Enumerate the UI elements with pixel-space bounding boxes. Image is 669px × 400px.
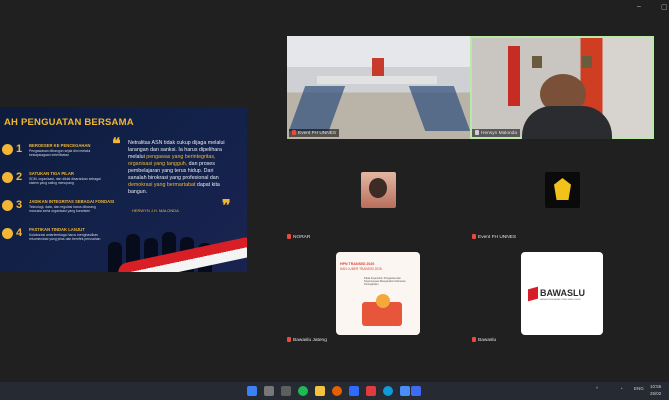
handshake-icon (2, 228, 13, 239)
participant-name: Bawaslu Jateng (287, 337, 327, 343)
title-bar: – ▢ (0, 0, 669, 14)
step-text: SDM, organisasi, dan diklat disarankan s… (29, 177, 101, 186)
step-heading: BEROESER KE PENCEGAHAN (29, 143, 91, 148)
clock-date[interactable]: 25/02 (650, 391, 661, 396)
wifi-icon[interactable]: ◔ (620, 386, 623, 391)
step-number: 3 (16, 199, 23, 211)
slide-title: AH PENGUATAN BERSAMA (4, 117, 134, 128)
muted-mic-icon (472, 234, 476, 239)
minimize-button[interactable]: – (637, 3, 641, 10)
spotify-icon[interactable] (298, 386, 308, 396)
participant-avatar (545, 172, 580, 208)
shield-icon (2, 200, 13, 211)
meeting-window: – ▢ AH PENGUATAN BERSAMA 1 BEROESER KE P… (0, 0, 669, 382)
muted-mic-icon (292, 130, 296, 136)
edge-icon[interactable] (383, 386, 393, 396)
quote-author: HERWYN J.H. MALONDA (132, 208, 179, 213)
taskbar: ^ ◔ ENG 10:55 25/02 (0, 382, 669, 400)
folder-icon[interactable] (315, 386, 325, 396)
zoom-icon[interactable] (411, 386, 421, 396)
muted-mic-icon (287, 337, 291, 342)
task-view-icon[interactable] (281, 386, 291, 396)
participant-name: Event FH UNNES (472, 234, 516, 240)
step-text: Kolaborasi antarlembaga harus menghasilk… (29, 233, 101, 242)
mic-icon (475, 130, 479, 136)
store-icon[interactable] (349, 386, 359, 396)
firefox-icon[interactable] (332, 386, 342, 396)
participant-name: Herwyn Malonda (472, 129, 520, 137)
maximize-button[interactable]: ▢ (661, 3, 668, 11)
participant-avatar: HPN TRANSISI 2026 DAN LUBER TRANSISI 202… (336, 252, 420, 335)
slide-quote: Netralitas ASN tidak cukup dijaga melalu… (128, 140, 225, 195)
participant-name: NORAR (287, 234, 310, 240)
participant-name: Bawaslu (472, 337, 496, 343)
browser-icon[interactable] (400, 386, 410, 396)
start-icon[interactable] (247, 386, 257, 396)
app-icon[interactable] (366, 386, 376, 396)
pillars-icon (2, 172, 13, 183)
participant-avatar (361, 172, 396, 208)
step-number: 4 (16, 227, 23, 239)
step-heading: SATUKAN TIGA PILAR (29, 171, 74, 176)
bawaslu-logo-icon (528, 286, 538, 302)
participant-name: Event FH UNNES (289, 129, 340, 137)
quote-open-icon: ❝ (112, 136, 121, 153)
muted-mic-icon (287, 234, 291, 239)
quote-close-icon: ❞ (222, 198, 231, 215)
step-heading: PASTIKAN TINDAK LANJUT (29, 227, 85, 232)
check-icon (2, 144, 13, 155)
search-icon[interactable] (264, 386, 274, 396)
step-text: Teknologi, data, dan regulasi harus diba… (29, 205, 96, 214)
tray-chevron-icon[interactable]: ^ (596, 386, 598, 391)
tray-lang[interactable]: ENG (634, 386, 644, 391)
step-text: Pengawasan dibangun sejak dini melalui k… (29, 149, 91, 158)
step-number: 1 (16, 143, 23, 155)
active-speaker-tile[interactable]: Herwyn Malonda (470, 36, 654, 139)
step-number: 2 (16, 171, 23, 183)
participant-avatar: BAWASLU BADAN PENGAWAS PEMILIHAN UMUM (521, 252, 603, 335)
muted-mic-icon (472, 337, 476, 342)
step-heading: JADIKAN INTEGRITAS SEBAGAI FONDASI (29, 199, 115, 204)
participant-tile[interactable]: Event FH UNNES (287, 36, 470, 139)
clock-time[interactable]: 10:55 (650, 384, 661, 389)
